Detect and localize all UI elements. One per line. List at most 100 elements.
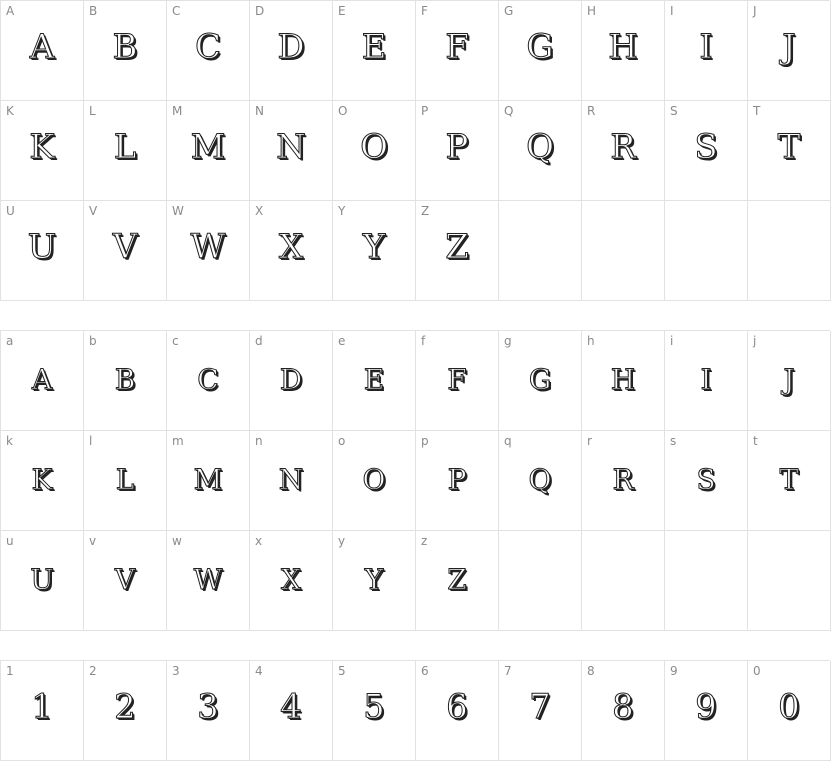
glyph-cell-uppercase-V: VV: [84, 201, 167, 301]
uppercase-grid: AABBCCDDEEFFGGHHIIJJKKLLMMNNOOPPQQRRSSTT…: [0, 0, 831, 301]
glyph-cell-uppercase-U: UU: [1, 201, 84, 301]
glyph-cell-digits-8: 88: [582, 661, 665, 761]
glyph-cell-digits-0: 00: [748, 661, 831, 761]
glyph-sample: M: [190, 127, 226, 168]
uppercase-section: AABBCCDDEEFFGGHHIIJJKKLLMMNNOOPPQQRRSSTT…: [0, 0, 831, 301]
glyph-label: Q: [504, 104, 514, 118]
glyph-cell-lowercase-e: eE: [333, 331, 416, 431]
glyph-label: Y: [338, 204, 346, 218]
glyph-label: u: [6, 534, 14, 548]
glyph-cell-lowercase-b: bB: [84, 331, 167, 431]
glyph-label: W: [172, 204, 184, 218]
glyph-sample: U: [30, 563, 55, 597]
glyph-sample: P: [447, 463, 467, 497]
glyph-cell-lowercase-i: iI: [665, 331, 748, 431]
glyph-cell-lowercase-p: pP: [416, 431, 499, 531]
glyph-label: 0: [753, 664, 761, 678]
glyph-label: J: [753, 4, 757, 18]
glyph-cell-digits-2: 22: [84, 661, 167, 761]
glyph-cell-uppercase-H: HH: [582, 1, 665, 101]
glyph-label: f: [421, 334, 426, 348]
glyph-label: t: [753, 434, 758, 448]
glyph-label: i: [670, 334, 674, 348]
glyph-label: v: [89, 534, 97, 548]
digits-grid: 11223344556677889900: [0, 660, 831, 761]
lowercase-grid: aAbBcCdDeEfFgGhHiIjJkKlLmMnNoOpPqQrRsStT…: [0, 330, 831, 631]
glyph-label: V: [89, 204, 98, 218]
glyph-label: w: [172, 534, 182, 548]
glyph-cell-uppercase-S: SS: [665, 101, 748, 201]
glyph-cell-lowercase-g: gG: [499, 331, 582, 431]
glyph-label: G: [504, 4, 514, 18]
glyph-sample: 3: [197, 687, 220, 728]
glyph-sample: X: [278, 227, 304, 268]
glyph-label: L: [89, 104, 96, 118]
glyph-label: n: [255, 434, 263, 448]
glyph-cell-uppercase-A: AA: [1, 1, 84, 101]
glyph-sample: 9: [695, 687, 718, 728]
glyph-sample: V: [112, 227, 138, 268]
glyph-sample: V: [114, 563, 136, 597]
glyph-sample: Y: [362, 227, 386, 268]
glyph-cell-lowercase-a: aA: [1, 331, 84, 431]
glyph-label: D: [255, 4, 265, 18]
glyph-cell-uppercase-W: WW: [167, 201, 250, 301]
glyph-label: R: [587, 104, 596, 118]
glyph-sample: B: [114, 363, 136, 397]
glyph-sample: 4: [280, 687, 303, 728]
glyph-cell-lowercase-o: oO: [333, 431, 416, 531]
glyph-label: g: [504, 334, 512, 348]
glyph-cell-uppercase-B: BB: [84, 1, 167, 101]
glyph-sample: G: [526, 27, 554, 68]
glyph-label: q: [504, 434, 512, 448]
glyph-sample: E: [361, 27, 387, 68]
glyph-cell-uppercase-L: LL: [84, 101, 167, 201]
glyph-cell-lowercase-v: vV: [84, 531, 167, 631]
glyph-cell-lowercase-j: jJ: [748, 331, 831, 431]
glyph-label: j: [753, 334, 757, 348]
glyph-sample: Z: [447, 563, 467, 597]
glyph-sample: N: [276, 127, 307, 168]
glyph-label: 2: [89, 664, 97, 678]
empty-cell: [665, 531, 748, 631]
glyph-label: y: [338, 534, 346, 548]
glyph-cell-digits-4: 44: [250, 661, 333, 761]
glyph-label: x: [255, 534, 263, 548]
glyph-sample: S: [694, 127, 718, 168]
glyph-label: 7: [504, 664, 512, 678]
glyph-sample: R: [610, 127, 637, 168]
glyph-label: 3: [172, 664, 180, 678]
glyph-cell-uppercase-P: PP: [416, 101, 499, 201]
glyph-cell-lowercase-d: dD: [250, 331, 333, 431]
glyph-label: N: [255, 104, 264, 118]
glyph-cell-lowercase-y: yY: [333, 531, 416, 631]
glyph-label: h: [587, 334, 595, 348]
glyph-sample: I: [699, 27, 713, 68]
glyph-sample: L: [113, 127, 137, 168]
glyph-label: e: [338, 334, 346, 348]
glyph-sample: N: [278, 463, 304, 497]
glyph-cell-lowercase-c: cC: [167, 331, 250, 431]
glyph-sample: H: [608, 27, 639, 68]
empty-cell: [748, 531, 831, 631]
glyph-cell-uppercase-Z: ZZ: [416, 201, 499, 301]
glyph-sample: O: [362, 463, 386, 497]
glyph-sample: U: [27, 227, 57, 268]
glyph-label: Z: [421, 204, 430, 218]
glyph-label: E: [338, 4, 346, 18]
glyph-cell-lowercase-n: nN: [250, 431, 333, 531]
glyph-sample: M: [193, 463, 223, 497]
glyph-cell-digits-9: 99: [665, 661, 748, 761]
glyph-cell-uppercase-O: OO: [333, 101, 416, 201]
glyph-cell-digits-5: 55: [333, 661, 416, 761]
glyph-label: I: [670, 4, 674, 18]
glyph-sample: Z: [445, 227, 470, 268]
empty-cell: [748, 201, 831, 301]
glyph-cell-digits-7: 77: [499, 661, 582, 761]
glyph-sample: 5: [363, 687, 386, 728]
glyph-cell-lowercase-h: hH: [582, 331, 665, 431]
glyph-sample: E: [363, 363, 385, 397]
glyph-label: F: [421, 4, 428, 18]
glyph-sample: P: [445, 127, 469, 168]
glyph-label: K: [6, 104, 14, 118]
